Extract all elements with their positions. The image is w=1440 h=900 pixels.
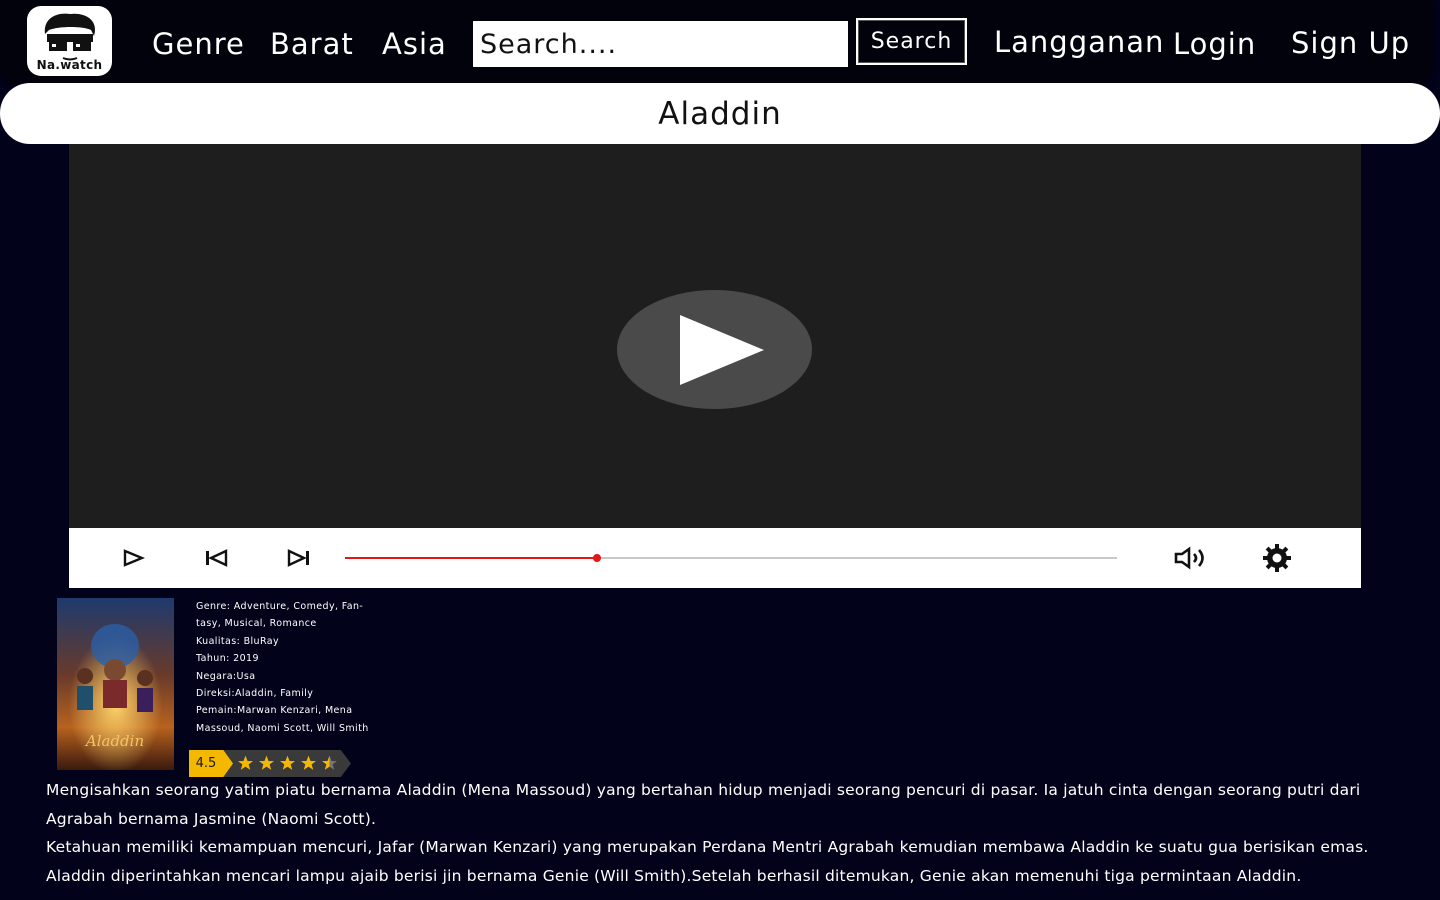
progress-bar[interactable] <box>345 554 1117 562</box>
star-half-icon <box>322 755 337 770</box>
meta-pemain: Pemain:Marwan Kenzari, Mena <box>196 705 353 717</box>
search-button[interactable]: Search <box>856 18 967 65</box>
movie-poster[interactable]: Aladdin <box>57 598 174 770</box>
meta-negara: Negara:Usa <box>196 670 256 682</box>
settings-icon[interactable] <box>1258 543 1296 573</box>
volume-icon[interactable] <box>1173 546 1211 570</box>
star-full-icon <box>238 755 253 770</box>
description-paragraph-1: Mengisahkan seorang yatim piatu bernama … <box>46 781 1361 828</box>
nav-login[interactable]: Login <box>1173 24 1256 64</box>
site-logo[interactable]: Na.watch <box>27 6 112 76</box>
skip-back-icon[interactable] <box>203 546 229 570</box>
rating-badge: 4.5 <box>189 750 351 777</box>
meta-pemain-cont: Massoud, Naomi Scott, Will Smith <box>196 722 369 734</box>
page-title: Aladdin <box>658 95 782 132</box>
nav-asia[interactable]: Asia <box>382 24 447 64</box>
star-full-icon <box>259 755 274 770</box>
star-full-icon <box>280 755 295 770</box>
nav-langganan[interactable]: Langganan <box>994 22 1164 62</box>
poster-image: Aladdin <box>57 598 174 770</box>
title-bar: Aladdin <box>0 83 1440 144</box>
progress-knob[interactable] <box>592 554 601 562</box>
logo-text: Na.watch <box>36 58 103 72</box>
big-play-button[interactable] <box>617 290 812 409</box>
video-player[interactable] <box>69 144 1361 588</box>
meta-kualitas: Kualitas: BluRay <box>196 635 280 647</box>
player-controls <box>69 528 1361 588</box>
meta-direksi: Direksi:Aladdin, Family <box>196 688 314 700</box>
top-navbar: Na.watch Genre Barat Asia Search Langgan… <box>0 0 1432 82</box>
svg-text:Aladdin: Aladdin <box>84 732 144 750</box>
nav-barat[interactable]: Barat <box>270 24 354 64</box>
skip-forward-icon[interactable] <box>286 546 312 570</box>
nav-genre[interactable]: Genre <box>152 24 245 64</box>
meta-genre-cont: tasy, Musical, Romance <box>196 618 317 630</box>
meta-genre: Genre: Adventure, Comedy, Fan- <box>196 601 364 612</box>
play-icon <box>679 314 764 385</box>
star-full-icon <box>301 755 316 770</box>
movie-description: Mengisahkan seorang yatim piatu bernama … <box>46 776 1406 890</box>
search-input[interactable] <box>473 21 848 67</box>
nav-signup[interactable]: Sign Up <box>1291 23 1410 63</box>
play-icon[interactable] <box>121 546 145 570</box>
progress-fill <box>345 557 597 559</box>
logo-face-icon <box>44 13 96 61</box>
rating-stars <box>237 755 338 771</box>
meta-tahun: Tahun: 2019 <box>196 653 259 665</box>
movie-metadata: Genre: Adventure, Comedy, Fan- tasy, Mus… <box>196 598 371 737</box>
description-paragraph-2: Ketahuan memiliki kemampuan mencuri, Jaf… <box>46 838 1369 885</box>
